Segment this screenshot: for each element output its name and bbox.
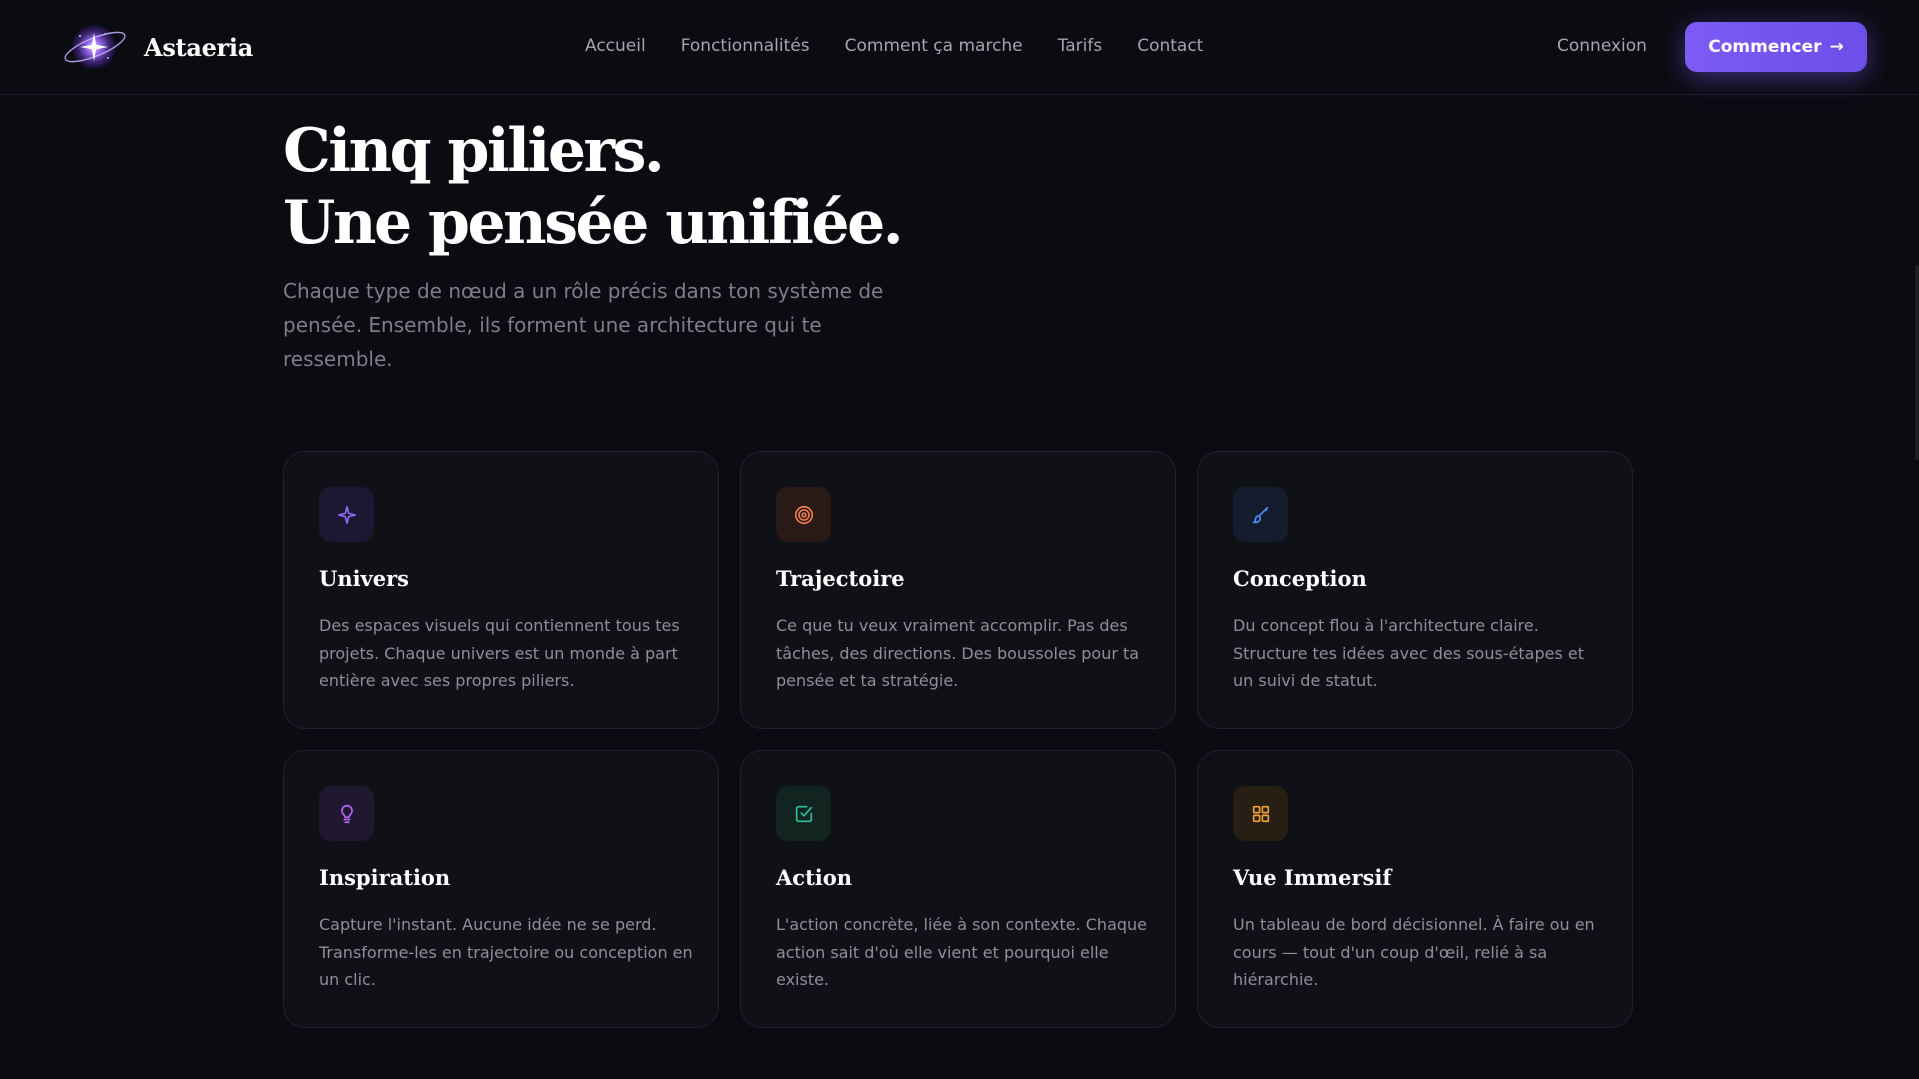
scrollbar-track[interactable] [1915, 265, 1919, 460]
nav-link-fonctionnalites[interactable]: Fonctionnalités [681, 36, 810, 56]
feature-card-inspiration[interactable]: Inspiration Capture l'instant. Aucune id… [283, 750, 719, 1028]
nav-link-tarifs[interactable]: Tarifs [1058, 36, 1103, 56]
card-icon-box [319, 786, 374, 841]
card-title: Conception [1233, 566, 1367, 591]
feature-card-action[interactable]: Action L'action concrète, liée à son con… [740, 750, 1176, 1028]
feature-card-univers[interactable]: Univers Des espaces visuels qui contienn… [283, 451, 719, 729]
card-icon-box [1233, 786, 1288, 841]
main-nav: Accueil Fonctionnalités Comment ça march… [585, 36, 1203, 56]
top-navigation-bar: Astaeria Accueil Fonctionnalités Comment… [0, 0, 1919, 95]
card-description: Capture l'instant. Aucune idée ne se per… [319, 915, 693, 989]
card-description: Des espaces visuels qui contiennent tous… [319, 616, 680, 690]
checkbox-icon [795, 805, 812, 822]
feature-card-conception[interactable]: Conception Du concept flou à l'architect… [1197, 451, 1633, 729]
card-icon-box [1233, 487, 1288, 542]
start-button-label: Commencer [1708, 37, 1822, 57]
page-title: Cinq piliers. Une pensée unifiée. [283, 115, 1183, 259]
feature-card-trajectoire[interactable]: Trajectoire Ce que tu veux vraiment acco… [740, 451, 1176, 729]
card-description: Ce que tu veux vraiment accomplir. Pas d… [776, 616, 1140, 690]
lightbulb-icon [340, 804, 353, 823]
card-icon-box [776, 487, 831, 542]
card-title: Trajectoire [776, 566, 905, 591]
card-description: Du concept flou à l'architecture claire.… [1233, 616, 1585, 690]
card-icon-box [319, 487, 374, 542]
target-icon [794, 505, 813, 524]
card-description: L'action concrète, liée à son contexte. … [776, 915, 1148, 989]
card-title: Vue Immersif [1233, 865, 1392, 890]
nav-link-accueil[interactable]: Accueil [585, 36, 646, 56]
arrow-right-icon: → [1829, 37, 1844, 57]
card-title: Action [776, 865, 853, 890]
grid-icon [1252, 805, 1269, 822]
card-title: Inspiration [319, 865, 451, 890]
sparkle-icon [337, 505, 356, 524]
feature-card-vue-immersif[interactable]: Vue Immersif Un tableau de bord décision… [1197, 750, 1633, 1028]
login-link[interactable]: Connexion [1557, 36, 1647, 56]
card-title: Univers [319, 566, 410, 591]
brand[interactable]: Astaeria [62, 20, 253, 74]
card-icon-box [776, 786, 831, 841]
nav-link-contact[interactable]: Contact [1137, 36, 1203, 56]
astaeria-logo-icon [64, 25, 126, 69]
start-button[interactable]: Commencer → [1685, 22, 1867, 72]
brush-icon [1252, 506, 1268, 523]
page-subtitle: Chaque type de nœud a un rôle précis dan… [283, 279, 884, 371]
nav-link-comment-ca-marche[interactable]: Comment ça marche [845, 36, 1023, 56]
page-title-line-2: Une pensée unifiée. [283, 188, 904, 258]
card-description: Un tableau de bord décisionnel. À faire … [1233, 915, 1595, 989]
brand-name: Astaeria [144, 32, 253, 62]
page-title-line-1: Cinq piliers. [283, 116, 665, 186]
